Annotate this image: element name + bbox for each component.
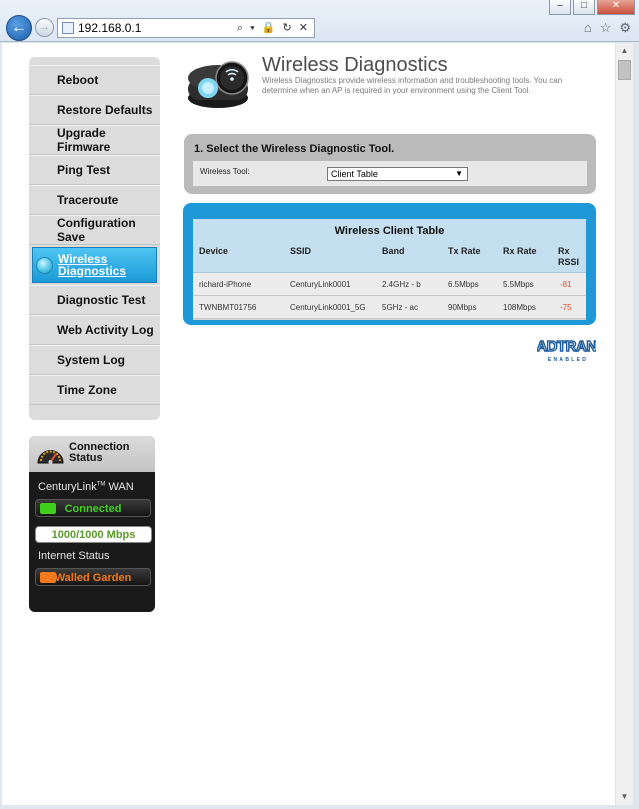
sidebar-item-time-zone[interactable]: Time Zone — [29, 375, 160, 405]
browser-icons: ⌂ ☆ ⚙ — [584, 20, 631, 36]
sidebar-item-web-activity-log[interactable]: Web Activity Log — [29, 315, 160, 345]
cell-device: richard-iPhone — [199, 280, 252, 289]
internet-status-badge: Walled Garden — [35, 568, 151, 586]
cell-ssid: CenturyLink0001_5G — [290, 303, 366, 312]
column-header-tx-rate: Tx Rate — [448, 246, 481, 256]
close-button[interactable]: ✕ — [597, 0, 635, 15]
sidebar-item-system-log[interactable]: System Log — [29, 345, 160, 375]
cell-rx-rssi: -81 — [560, 280, 572, 289]
minimize-button[interactable]: – — [549, 0, 571, 15]
green-led-icon — [40, 503, 56, 514]
wan-brand-label: CenturyLinkTM WAN — [38, 481, 151, 493]
orange-led-icon — [40, 572, 56, 583]
favorites-star-icon[interactable]: ☆ — [600, 20, 612, 36]
cell-tx-rate: 6.5Mbps — [448, 280, 479, 289]
wireless-tool-selected-value: Client Table — [331, 169, 378, 179]
column-header-rx-rssi: Rx RSSI — [558, 246, 580, 267]
client-table: Wireless Client Table Device SSID Band T… — [193, 219, 586, 320]
speedometer-icon — [37, 450, 64, 464]
logo-wordmark: ADTRAN — [537, 338, 596, 355]
cell-rx-rate: 108Mbps — [503, 303, 536, 312]
favicon-icon — [62, 22, 74, 34]
sidebar-menu: Reboot Restore Defaults Upgrade Firmware… — [29, 57, 160, 420]
browser-toolbar: – □ ✕ ← → 192.168.0.1 ⌕ ▾ 🔒 ↻ ✕ ⌂ ☆ ⚙ — [0, 0, 639, 42]
sidebar-item-configuration-save[interactable]: Configuration Save — [29, 215, 160, 245]
address-bar[interactable]: 192.168.0.1 ⌕ ▾ 🔒 ↻ ✕ — [57, 18, 315, 38]
forward-button[interactable]: → — [35, 18, 54, 37]
internet-status-text: Walled Garden — [54, 572, 132, 584]
home-icon[interactable]: ⌂ — [584, 20, 592, 36]
column-header-band: Band — [382, 246, 405, 256]
wan-label: WAN — [108, 481, 134, 493]
scroll-down-icon[interactable]: ▼ — [616, 789, 633, 805]
scroll-thumb[interactable] — [618, 60, 631, 80]
wireless-diagnostics-icon — [188, 61, 249, 108]
column-header-device: Device — [199, 246, 229, 256]
connection-status-body: CenturyLinkTM WAN Connected 1000/1000 Mb… — [29, 481, 155, 586]
sidebar-item-reboot[interactable]: Reboot — [29, 65, 160, 95]
sidebar-item-restore-defaults[interactable]: Restore Defaults — [29, 95, 160, 125]
table-row: richard-iPhone CenturyLink0001 2.4GHz - … — [193, 273, 586, 296]
sidebar-item-diagnostic-test[interactable]: Diagnostic Test — [29, 285, 160, 315]
page-description: Wireless Diagnostics provide wireless in… — [262, 76, 563, 95]
sidebar-item-upgrade-firmware[interactable]: Upgrade Firmware — [29, 125, 160, 155]
connection-status-panel: Connection Status CenturyLinkTM WAN Conn… — [29, 436, 155, 612]
wan-status-badge: Connected — [35, 499, 151, 517]
client-table-header: Device SSID Band Tx Rate Rx Rate Rx RSSI — [193, 242, 586, 273]
window-controls: – □ ✕ — [547, 0, 635, 15]
scroll-up-icon[interactable]: ▲ — [616, 43, 633, 59]
maximize-button[interactable]: □ — [573, 0, 595, 15]
cell-band: 2.4GHz - b — [382, 280, 421, 289]
cell-rx-rssi: -75 — [560, 303, 572, 312]
sidebar-item-ping-test[interactable]: Ping Test — [29, 155, 160, 185]
wireless-tool-label: Wireless Tool: — [200, 167, 250, 176]
settings-gear-icon[interactable]: ⚙ — [619, 20, 631, 36]
tool-selector-row: Wireless Tool: Client Table ▼ — [193, 161, 587, 186]
back-button[interactable]: ← — [6, 15, 32, 41]
cell-ssid: CenturyLink0001 — [290, 280, 351, 289]
sidebar-item-traceroute[interactable]: Traceroute — [29, 185, 160, 215]
sidebar-item-wireless-diagnostics[interactable]: Wireless Diagnostics — [32, 247, 157, 283]
cell-rx-rate: 5.5Mbps — [503, 280, 534, 289]
client-table-title: Wireless Client Table — [193, 219, 586, 242]
table-row: TWNBMT01756 CenturyLink0001_5G 5GHz - ac… — [193, 296, 586, 319]
address-text: 192.168.0.1 — [78, 21, 142, 35]
column-header-ssid: SSID — [290, 246, 312, 256]
client-table-panel: Wireless Client Table Device SSID Band T… — [183, 203, 596, 325]
tool-selector-panel: 1. Select the Wireless Diagnostic Tool. … — [184, 134, 596, 194]
logo-tagline: ENABLED — [548, 357, 588, 363]
adtran-logo: ADTRAN ENABLED — [537, 337, 596, 363]
internet-status-label: Internet Status — [38, 550, 110, 562]
dropdown-arrow-icon[interactable]: ▼ — [455, 168, 463, 180]
wireless-tool-select[interactable]: Client Table ▼ — [327, 167, 468, 181]
sidebar-item-label: Wireless Diagnostics — [58, 252, 127, 278]
brand-name: CenturyLink — [38, 481, 97, 493]
connection-status-header: Connection Status — [29, 436, 155, 472]
brand-trademark: TM — [96, 481, 106, 488]
cell-device: TWNBMT01756 — [199, 303, 257, 312]
address-tools-icons[interactable]: ⌕ ▾ 🔒 ↻ ✕ — [237, 19, 310, 37]
active-orb-icon — [36, 257, 53, 274]
connection-status-title: Connection Status — [69, 441, 130, 464]
vertical-scrollbar[interactable]: ▲ ▼ — [615, 43, 633, 805]
tool-selector-heading: 1. Select the Wireless Diagnostic Tool. — [194, 143, 395, 155]
column-header-rx-rate: Rx Rate — [503, 246, 537, 256]
cell-tx-rate: 90Mbps — [448, 303, 477, 312]
page-title: Wireless Diagnostics — [262, 54, 448, 76]
cell-band: 5GHz - ac — [382, 303, 419, 312]
wan-status-text: Connected — [64, 503, 122, 515]
link-speed-badge: 1000/1000 Mbps — [35, 526, 152, 543]
